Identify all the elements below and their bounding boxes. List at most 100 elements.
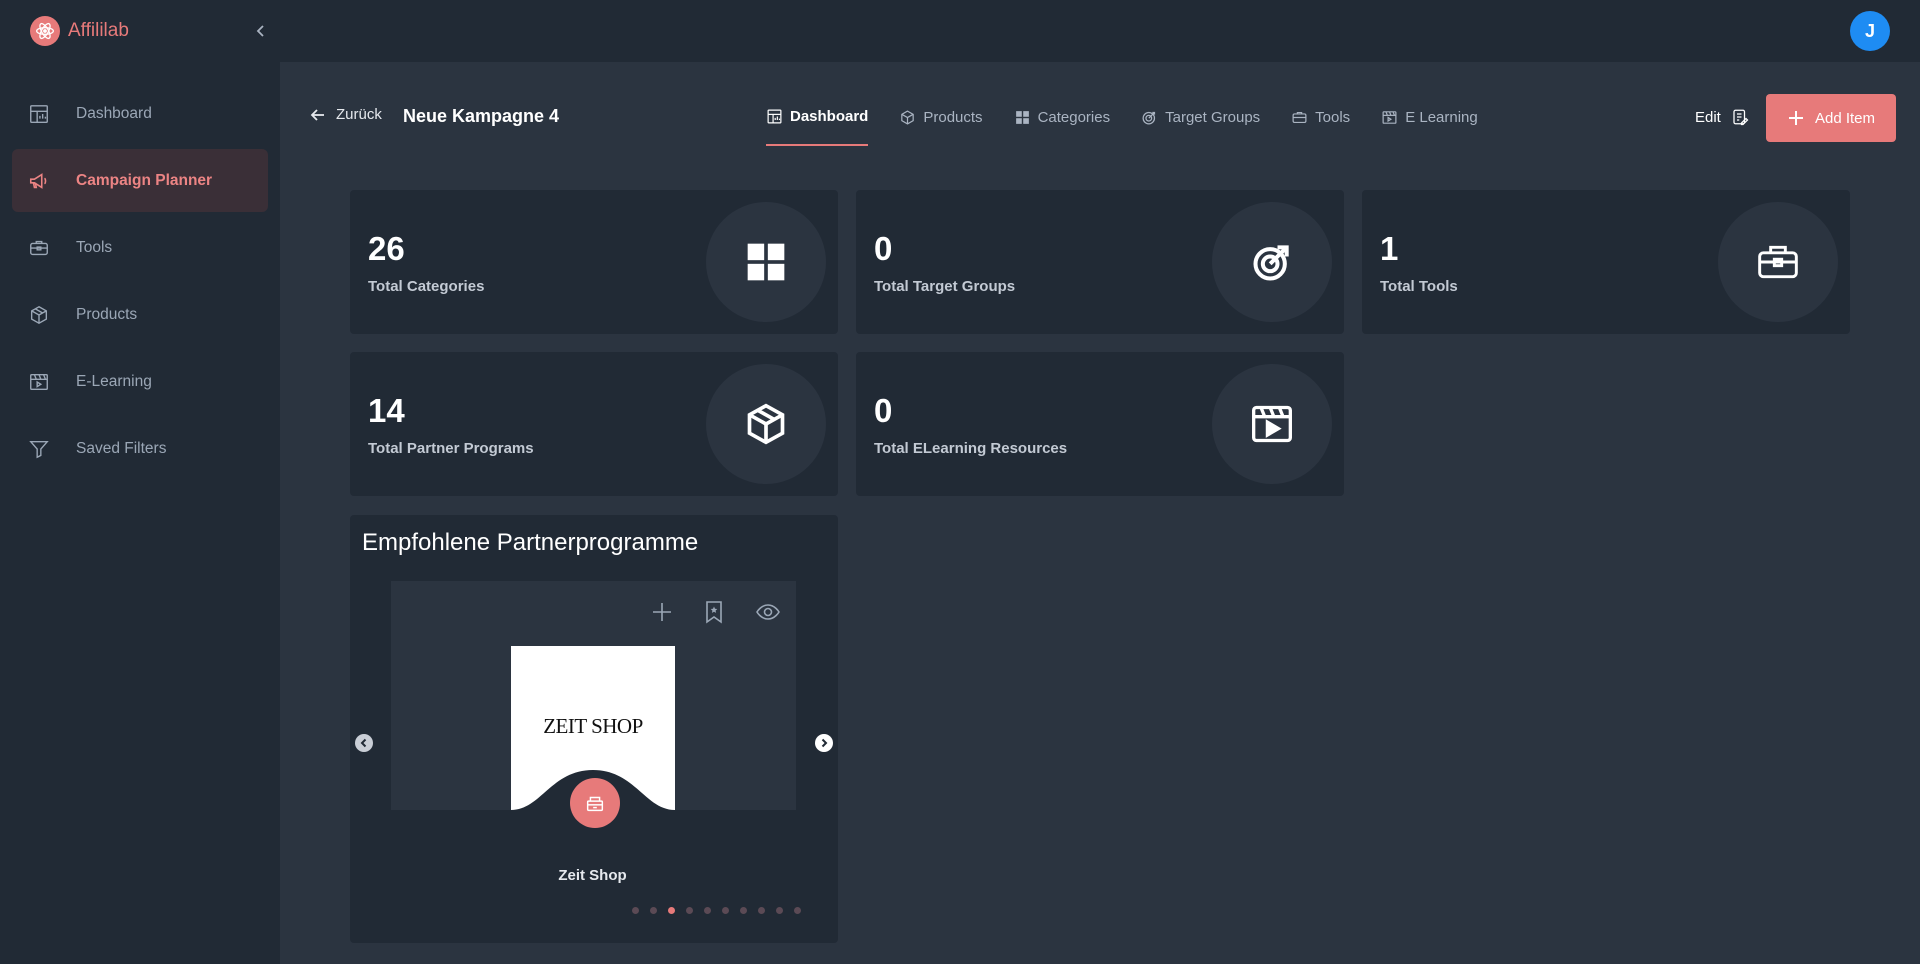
user-avatar[interactable]: J: [1850, 11, 1890, 51]
carousel-prev-button[interactable]: [355, 734, 373, 752]
chevron-left-icon: [360, 738, 367, 748]
tab-tools[interactable]: Tools: [1291, 102, 1350, 146]
tab-products[interactable]: Products: [899, 102, 983, 146]
grid-icon: [747, 243, 785, 281]
atom-icon: [30, 16, 60, 46]
carousel-dot[interactable]: [776, 907, 783, 914]
edit-label: Edit: [1695, 108, 1721, 126]
sidebar-item-label: E-Learning: [76, 372, 152, 390]
eye-icon: [756, 604, 780, 620]
carousel-dot[interactable]: [650, 907, 657, 914]
back-label: Zurück: [336, 106, 382, 123]
carousel-dot[interactable]: [758, 907, 765, 914]
stat-label: Total Tools: [1380, 278, 1458, 295]
arrow-left-icon: [310, 108, 324, 121]
sidebar-item-label: Tools: [76, 238, 113, 256]
stat-icon-circle: [706, 202, 826, 322]
stat-label: Total Partner Programs: [368, 440, 534, 457]
add-to-campaign-button[interactable]: [649, 599, 675, 625]
section-title: Empfohlene Partnerprogramme: [362, 529, 699, 556]
stat-card-elearning: 0 Total ELearning Resources: [856, 352, 1344, 496]
sidebar-item-tools[interactable]: Tools: [12, 216, 268, 279]
film-icon: [1382, 110, 1397, 124]
collapse-sidebar-button[interactable]: [250, 20, 272, 42]
tab-categories[interactable]: Categories: [1014, 102, 1111, 146]
tab-e-learning[interactable]: E Learning: [1381, 102, 1478, 146]
target-icon: [1253, 245, 1289, 281]
add-item-button[interactable]: Add Item: [1766, 94, 1896, 142]
carousel-dot-active[interactable]: [668, 907, 675, 914]
tab-label: Target Groups: [1165, 108, 1261, 126]
brand-logo[interactable]: Affililab: [30, 16, 129, 46]
sidebar-item-saved-filters[interactable]: Saved Filters: [12, 417, 268, 480]
recommended-partner-programs: Empfohlene Partnerprogramme ZEIT SHOP Ze…: [350, 515, 838, 943]
stat-label: Total Categories: [368, 278, 485, 295]
page-title: Neue Kampagne 4: [403, 106, 560, 126]
carousel-dot[interactable]: [632, 907, 639, 914]
sidebar-item-products[interactable]: Products: [12, 283, 268, 346]
stat-value: 0: [874, 230, 893, 267]
tab-target-groups[interactable]: Target Groups: [1141, 102, 1260, 146]
carousel-dot[interactable]: [704, 907, 711, 914]
brand-name: Affililab: [68, 20, 129, 41]
tab-label: Products: [923, 108, 983, 126]
stat-card-tools: 1 Total Tools: [1362, 190, 1850, 334]
carousel-dot[interactable]: [740, 907, 747, 914]
edit-button[interactable]: Edit: [1695, 108, 1749, 126]
view-button[interactable]: [755, 599, 781, 625]
chevron-left-icon: [256, 25, 264, 37]
stat-card-target-groups: 0 Total Target Groups: [856, 190, 1344, 334]
sidebar-item-campaign-planner[interactable]: Campaign Planner: [12, 149, 268, 212]
filter-icon: [29, 440, 49, 458]
sidebar-item-dashboard[interactable]: Dashboard: [12, 82, 268, 145]
back-button[interactable]: Zurück: [310, 106, 382, 123]
shop-badge: [570, 778, 620, 828]
sidebar-item-label: Dashboard: [76, 104, 152, 122]
stat-label: Total Target Groups: [874, 278, 1016, 295]
stat-icon-circle: [1212, 364, 1332, 484]
sidebar: Affililab Dashboard Campaign Planner Too…: [0, 0, 280, 964]
box-icon: [747, 403, 785, 445]
carousel-dot[interactable]: [686, 907, 693, 914]
carousel-dots: [632, 907, 801, 914]
toolbox-icon: [1292, 111, 1307, 123]
partner-program-name: Zeit Shop: [558, 867, 627, 884]
tab-label: Categories: [1037, 108, 1111, 126]
box-icon: [30, 305, 48, 324]
tab-label: E Learning: [1405, 108, 1478, 126]
stat-card-partner-programs: 14 Total Partner Programs: [350, 352, 838, 496]
add-item-label: Add Item: [1814, 109, 1876, 127]
edit-note-icon: [1733, 109, 1749, 126]
stat-icon-circle: [706, 364, 826, 484]
box-icon: [901, 109, 915, 125]
partner-program-card[interactable]: ZEIT SHOP: [391, 581, 796, 810]
tab-label: Dashboard: [790, 107, 869, 125]
stat-icon-circle: [1212, 202, 1332, 322]
shop-register-icon: [586, 796, 604, 812]
plus-icon: [653, 603, 671, 621]
carousel-dot[interactable]: [722, 907, 729, 914]
sidebar-item-label: Saved Filters: [76, 439, 167, 457]
stat-icon-circle: [1718, 202, 1838, 322]
chevron-right-icon: [821, 738, 828, 748]
toolbox-icon: [30, 240, 48, 255]
sidebar-nav: Dashboard Campaign Planner Tools Product…: [12, 82, 268, 484]
megaphone-icon: [29, 172, 47, 189]
tab-label: Tools: [1315, 108, 1351, 126]
dashboard-icon: [767, 109, 782, 123]
stat-card-categories: 26 Total Categories: [350, 190, 838, 334]
bookmark-star-icon: [706, 601, 722, 624]
carousel-dot[interactable]: [794, 907, 801, 914]
carousel-next-button[interactable]: [815, 734, 833, 752]
dashboard-icon: [30, 104, 48, 123]
sidebar-item-e-learning[interactable]: E-Learning: [12, 350, 268, 413]
stat-value: 1: [1380, 230, 1399, 267]
stat-value: 26: [368, 230, 405, 267]
zeit-shop-logo: ZEIT SHOP: [543, 714, 643, 738]
bookmark-button[interactable]: [701, 599, 727, 625]
top-bar: J: [280, 0, 1920, 62]
toolbox-icon: [1758, 245, 1798, 279]
film-icon: [30, 373, 48, 390]
tab-dashboard[interactable]: Dashboard: [766, 102, 869, 146]
stat-value: 0: [874, 392, 893, 429]
